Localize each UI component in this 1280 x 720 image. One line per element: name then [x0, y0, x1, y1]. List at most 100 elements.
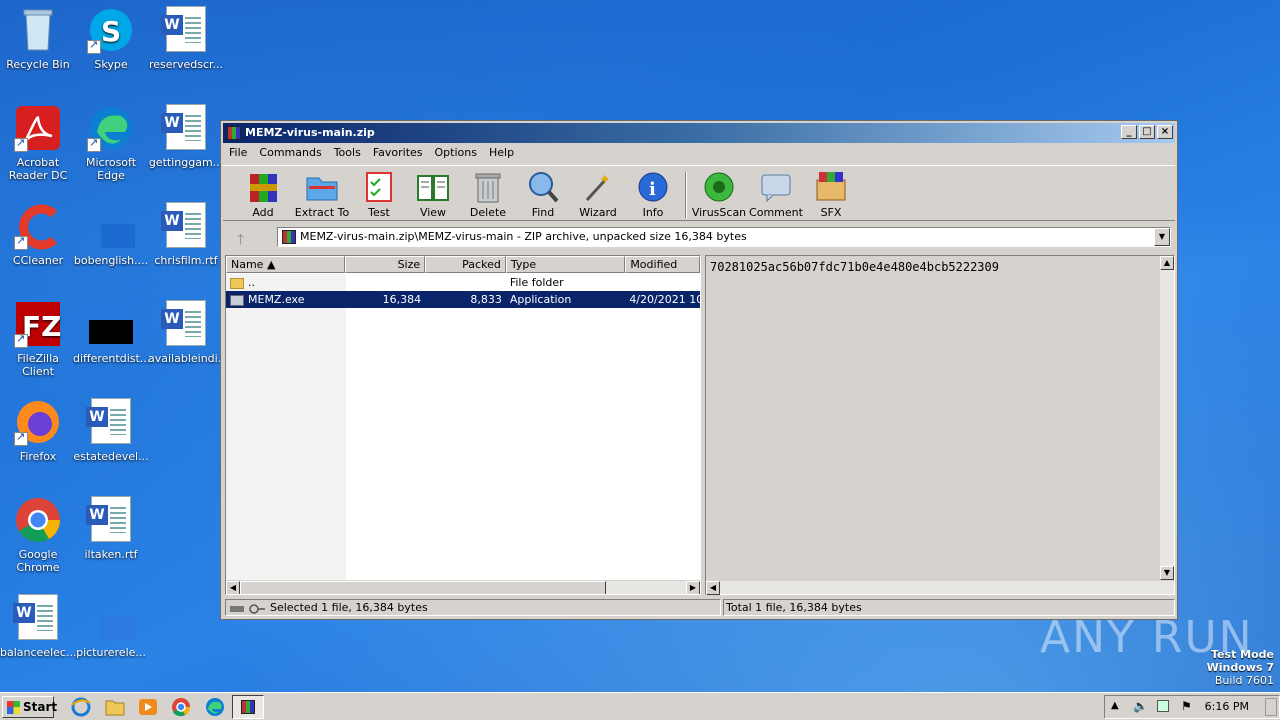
add-icon: [246, 170, 280, 204]
internet-explorer-icon[interactable]: [70, 697, 92, 717]
desktop-icon-gettinggam[interactable]: W gettinggam...: [148, 104, 224, 169]
menu-bar: File Commands Tools Favorites Options He…: [223, 145, 1175, 163]
maximize-button[interactable]: □: [1139, 125, 1155, 139]
desktop-icon-estatedevel[interactable]: W estatedevel...: [73, 398, 149, 463]
desktop-icon-label: Skype: [94, 58, 128, 71]
virusscan-label: VirusScan: [691, 206, 747, 219]
minimize-button[interactable]: _: [1121, 125, 1137, 139]
desktop-icon-firefox[interactable]: Firefox: [0, 398, 76, 463]
desktop-icon-differentdist[interactable]: differentdist...: [73, 300, 150, 365]
taskbar-winrar-task[interactable]: [232, 695, 264, 719]
view-icon: [416, 170, 450, 204]
word-document-icon: W: [13, 594, 62, 642]
svg-text:✦: ✦: [599, 172, 611, 188]
row-modified: 4/20/2021 10: [629, 293, 700, 306]
desktop-icon-skype[interactable]: S Skype: [73, 6, 149, 71]
table-row[interactable]: .. File folder: [226, 274, 700, 291]
shortcut-arrow-icon: [14, 234, 28, 250]
media-player-icon[interactable]: [137, 697, 159, 717]
info-button[interactable]: i Info: [625, 170, 681, 219]
explorer-folder-icon[interactable]: [104, 697, 126, 717]
scroll-left-icon[interactable]: ◀: [226, 581, 240, 594]
desktop-icon-availableindi[interactable]: W availableindi...: [148, 300, 228, 365]
word-document-icon: W: [161, 104, 210, 152]
network-icon[interactable]: [1157, 700, 1169, 712]
column-name[interactable]: Name ▲: [226, 256, 346, 273]
horizontal-scrollbar[interactable]: ◀: [706, 580, 1174, 595]
window-titlebar[interactable]: MEMZ-virus-main.zip _ □ ×: [223, 123, 1175, 143]
desktop-icon-balanceelec[interactable]: W balanceelec...: [0, 594, 76, 659]
flag-icon[interactable]: ⚑: [1181, 699, 1192, 713]
menu-favorites[interactable]: Favorites: [367, 145, 429, 163]
view-button[interactable]: View: [405, 170, 461, 219]
desktop-icon-iltaken[interactable]: W iltaken.rtf: [73, 496, 149, 561]
winrar-icon: [241, 700, 255, 714]
build-line: Build 7601: [1214, 674, 1274, 687]
desktop-icon-reservedscr[interactable]: W reservedscr...: [148, 6, 224, 71]
desktop-icon-edge[interactable]: Microsoft Edge: [73, 104, 149, 182]
table-row-selected[interactable]: MEMZ.exe 16,384 8,833 Application 4/20/2…: [226, 291, 700, 308]
up-arrow-icon[interactable]: 🡑: [237, 229, 244, 253]
scroll-left-icon[interactable]: ◀: [706, 581, 720, 595]
scroll-down-icon[interactable]: ▼: [1160, 566, 1174, 580]
desktop-icon-picturerele[interactable]: picturerele...: [73, 594, 149, 659]
menu-help[interactable]: Help: [483, 145, 520, 163]
view-label: View: [419, 206, 447, 219]
blank-file-icon: [87, 202, 135, 250]
folder-icon: [230, 277, 244, 289]
scrollbar-thumb[interactable]: [240, 581, 606, 594]
vertical-scrollbar[interactable]: ▲ ▼: [1160, 256, 1174, 580]
menu-file[interactable]: File: [223, 145, 253, 163]
column-modified[interactable]: Modified: [625, 256, 700, 273]
close-button[interactable]: ×: [1157, 125, 1173, 139]
test-mode-line: Test Mode: [1211, 648, 1274, 661]
find-button[interactable]: Find: [515, 170, 571, 219]
chrome-icon[interactable]: [170, 697, 192, 717]
desktop-icon-chrisfilm[interactable]: W chrisfilm.rtf: [148, 202, 224, 267]
start-button[interactable]: Start: [2, 696, 58, 718]
scroll-up-icon[interactable]: ▲: [1160, 256, 1174, 270]
shortcut-arrow-icon: [14, 430, 28, 446]
word-document-icon: W: [86, 496, 135, 544]
volume-icon[interactable]: 🔈: [1133, 699, 1148, 713]
menu-tools[interactable]: Tools: [328, 145, 367, 163]
add-label: Add: [252, 206, 274, 219]
clock[interactable]: 6:16 PM: [1205, 696, 1249, 718]
sfx-button[interactable]: SFX: [803, 170, 859, 219]
add-button[interactable]: Add: [235, 170, 291, 219]
desktop-icon-chrome[interactable]: Google Chrome: [0, 496, 76, 574]
scroll-right-icon[interactable]: ▶: [686, 581, 700, 594]
wizard-button[interactable]: ✦ Wizard: [570, 170, 626, 219]
desktop-icon-filezilla[interactable]: FZ FileZilla Client: [0, 300, 76, 378]
status-left: Selected 1 file, 16,384 bytes: [225, 599, 721, 616]
column-type[interactable]: Type: [505, 256, 626, 273]
edge-icon[interactable]: [204, 697, 226, 717]
menu-options[interactable]: Options: [429, 145, 483, 163]
archive-icon: [282, 230, 296, 244]
find-label: Find: [531, 206, 555, 219]
chevron-down-icon[interactable]: ▼: [1154, 228, 1170, 246]
address-field[interactable]: MEMZ-virus-main.zip\MEMZ-virus-main - ZI…: [277, 227, 1171, 247]
show-hidden-icons-icon[interactable]: ▲: [1111, 700, 1119, 711]
shortcut-arrow-icon: [14, 136, 28, 152]
test-button[interactable]: Test: [351, 170, 407, 219]
column-size[interactable]: Size: [345, 256, 426, 273]
executable-icon: [230, 294, 244, 306]
column-packed[interactable]: Packed: [425, 256, 506, 273]
horizontal-scrollbar[interactable]: ◀ ▶: [226, 580, 700, 594]
desktop-icon-recycle-bin[interactable]: Recycle Bin: [0, 6, 76, 71]
virusscan-button[interactable]: VirusScan: [689, 170, 749, 219]
desktop-icon-ccleaner[interactable]: CCleaner: [0, 202, 76, 267]
menu-commands[interactable]: Commands: [253, 145, 327, 163]
start-label: Start: [23, 700, 58, 714]
extract-to-button[interactable]: Extract To: [293, 170, 351, 219]
system-tray: ▲ 🔈 ⚑ 6:16 PM: [1104, 695, 1280, 719]
extract-to-label: Extract To: [294, 206, 350, 219]
status-total-text: Total 1 file, 16,384 bytes: [726, 601, 862, 614]
desktop-icon-label: chrisfilm.rtf: [154, 254, 218, 267]
desktop-icon-acrobat[interactable]: Acrobat Reader DC: [0, 104, 76, 182]
comment-button[interactable]: Comment: [747, 170, 805, 219]
delete-button[interactable]: Delete: [460, 170, 516, 219]
show-desktop-button[interactable]: [1265, 698, 1277, 716]
desktop-icon-bobenglish[interactable]: bobenglish....: [73, 202, 149, 267]
